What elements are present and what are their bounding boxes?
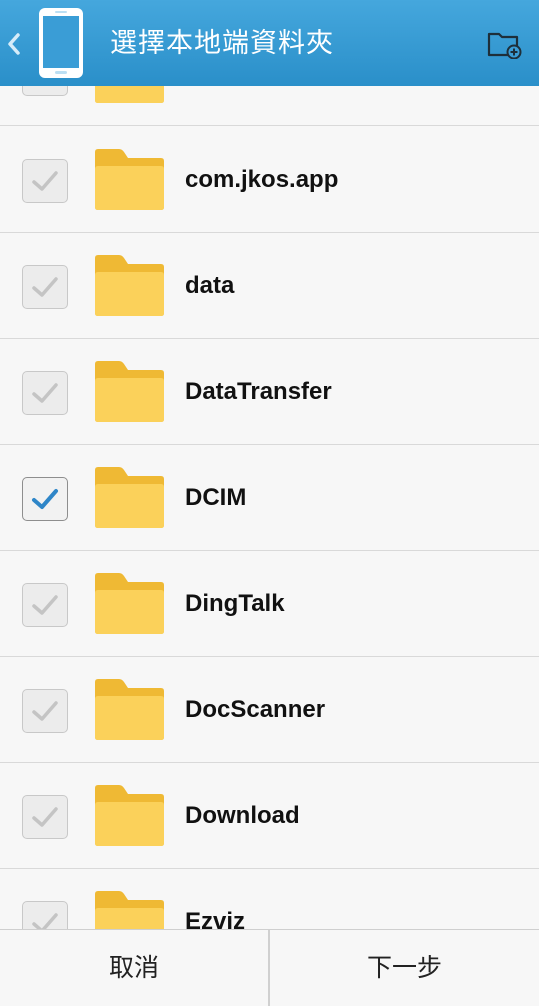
folder-icon bbox=[93, 889, 166, 929]
folder-icon bbox=[93, 677, 166, 741]
checkbox[interactable] bbox=[22, 159, 68, 203]
folder-icon bbox=[93, 253, 166, 317]
folder-row[interactable]: DCIM bbox=[0, 445, 539, 551]
checkbox[interactable] bbox=[22, 265, 68, 309]
checkbox[interactable] bbox=[22, 689, 68, 733]
folder-list[interactable]: com.jkos.app data DataTransfer DCIM Ding… bbox=[0, 0, 539, 929]
folder-row[interactable]: DingTalk bbox=[0, 551, 539, 657]
cancel-button[interactable]: 取消 bbox=[0, 930, 268, 1006]
folder-row[interactable]: DocScanner bbox=[0, 657, 539, 763]
folder-name: Ezviz bbox=[185, 908, 246, 929]
folder-icon bbox=[93, 465, 166, 529]
folder-icon bbox=[93, 783, 166, 847]
folder-name: data bbox=[185, 272, 235, 299]
folder-row[interactable]: Ezviz bbox=[0, 869, 539, 929]
folder-row[interactable]: com.jkos.app bbox=[0, 127, 539, 233]
folder-icon bbox=[93, 147, 166, 211]
next-button[interactable]: 下一步 bbox=[270, 930, 539, 1006]
folder-name: DingTalk bbox=[185, 590, 285, 617]
folder-name: com.jkos.app bbox=[185, 166, 339, 193]
folder-icon bbox=[93, 359, 166, 423]
new-folder-button[interactable] bbox=[478, 24, 528, 64]
checkbox[interactable] bbox=[22, 371, 68, 415]
checkbox-checked[interactable] bbox=[22, 477, 68, 521]
folder-name: DocScanner bbox=[185, 696, 326, 723]
back-button[interactable] bbox=[0, 0, 30, 86]
checkbox[interactable] bbox=[22, 795, 68, 839]
page-title: 選擇本地端資料夾 bbox=[110, 28, 334, 59]
checkbox[interactable] bbox=[22, 901, 68, 929]
new-folder-icon bbox=[487, 32, 522, 59]
folder-name: DCIM bbox=[185, 484, 247, 511]
app-bar: 選擇本地端資料夾 bbox=[0, 0, 539, 86]
chevron-left-icon bbox=[8, 33, 20, 55]
checkbox[interactable] bbox=[22, 583, 68, 627]
folder-row[interactable]: data bbox=[0, 233, 539, 339]
folder-icon bbox=[93, 571, 166, 635]
folder-row[interactable]: Download bbox=[0, 763, 539, 869]
folder-name: Download bbox=[185, 802, 300, 829]
folder-row[interactable]: DataTransfer bbox=[0, 339, 539, 445]
folder-name: DataTransfer bbox=[185, 378, 332, 405]
phone-icon bbox=[38, 7, 84, 79]
bottom-action-bar: 取消 下一步 bbox=[0, 929, 539, 1006]
